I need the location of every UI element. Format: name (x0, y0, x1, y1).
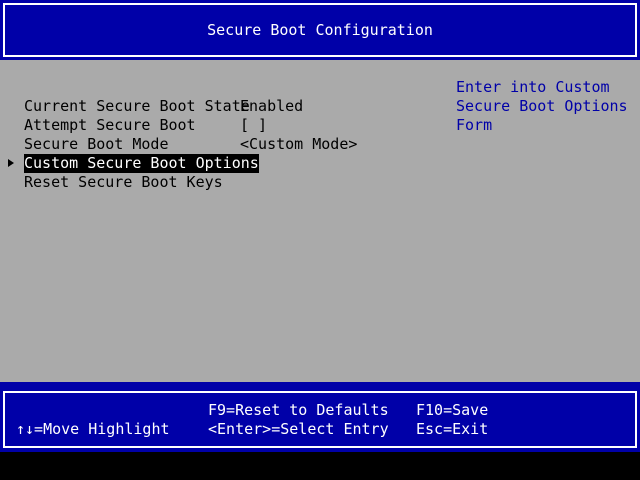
f10-save-hint: F10=Save (416, 401, 489, 419)
title-bar: Secure Boot Configuration (0, 0, 640, 60)
esc-exit-hint: Esc=Exit (416, 420, 489, 438)
secure-boot-mode-select[interactable]: <Custom Mode> (240, 135, 357, 154)
help-line-2: Secure Boot Options (456, 97, 628, 115)
page-title: Secure Boot Configuration (207, 21, 433, 39)
bottom-strip (0, 452, 640, 480)
current-secure-boot-state-label: Current Secure Boot State (24, 97, 250, 115)
attempt-secure-boot-label[interactable]: Attempt Secure Boot (24, 116, 196, 135)
custom-secure-boot-options-item[interactable]: Custom Secure Boot Options (24, 154, 259, 173)
secure-boot-mode-label[interactable]: Secure Boot Mode (24, 135, 169, 154)
enter-select-hint: <Enter>=Select Entry (208, 420, 389, 438)
help-line-1: Enter into Custom (456, 78, 610, 96)
selection-pointer-icon (8, 159, 14, 167)
attempt-secure-boot-checkbox[interactable]: [ ] (240, 116, 267, 135)
move-highlight-hint: ↑↓=Move Highlight (16, 420, 170, 438)
reset-secure-boot-keys-item[interactable]: Reset Secure Boot Keys (24, 173, 223, 192)
f9-reset-hint: F9=Reset to Defaults (208, 401, 389, 419)
help-line-3: Form (456, 116, 493, 134)
current-secure-boot-state-value: Enabled (240, 97, 304, 115)
